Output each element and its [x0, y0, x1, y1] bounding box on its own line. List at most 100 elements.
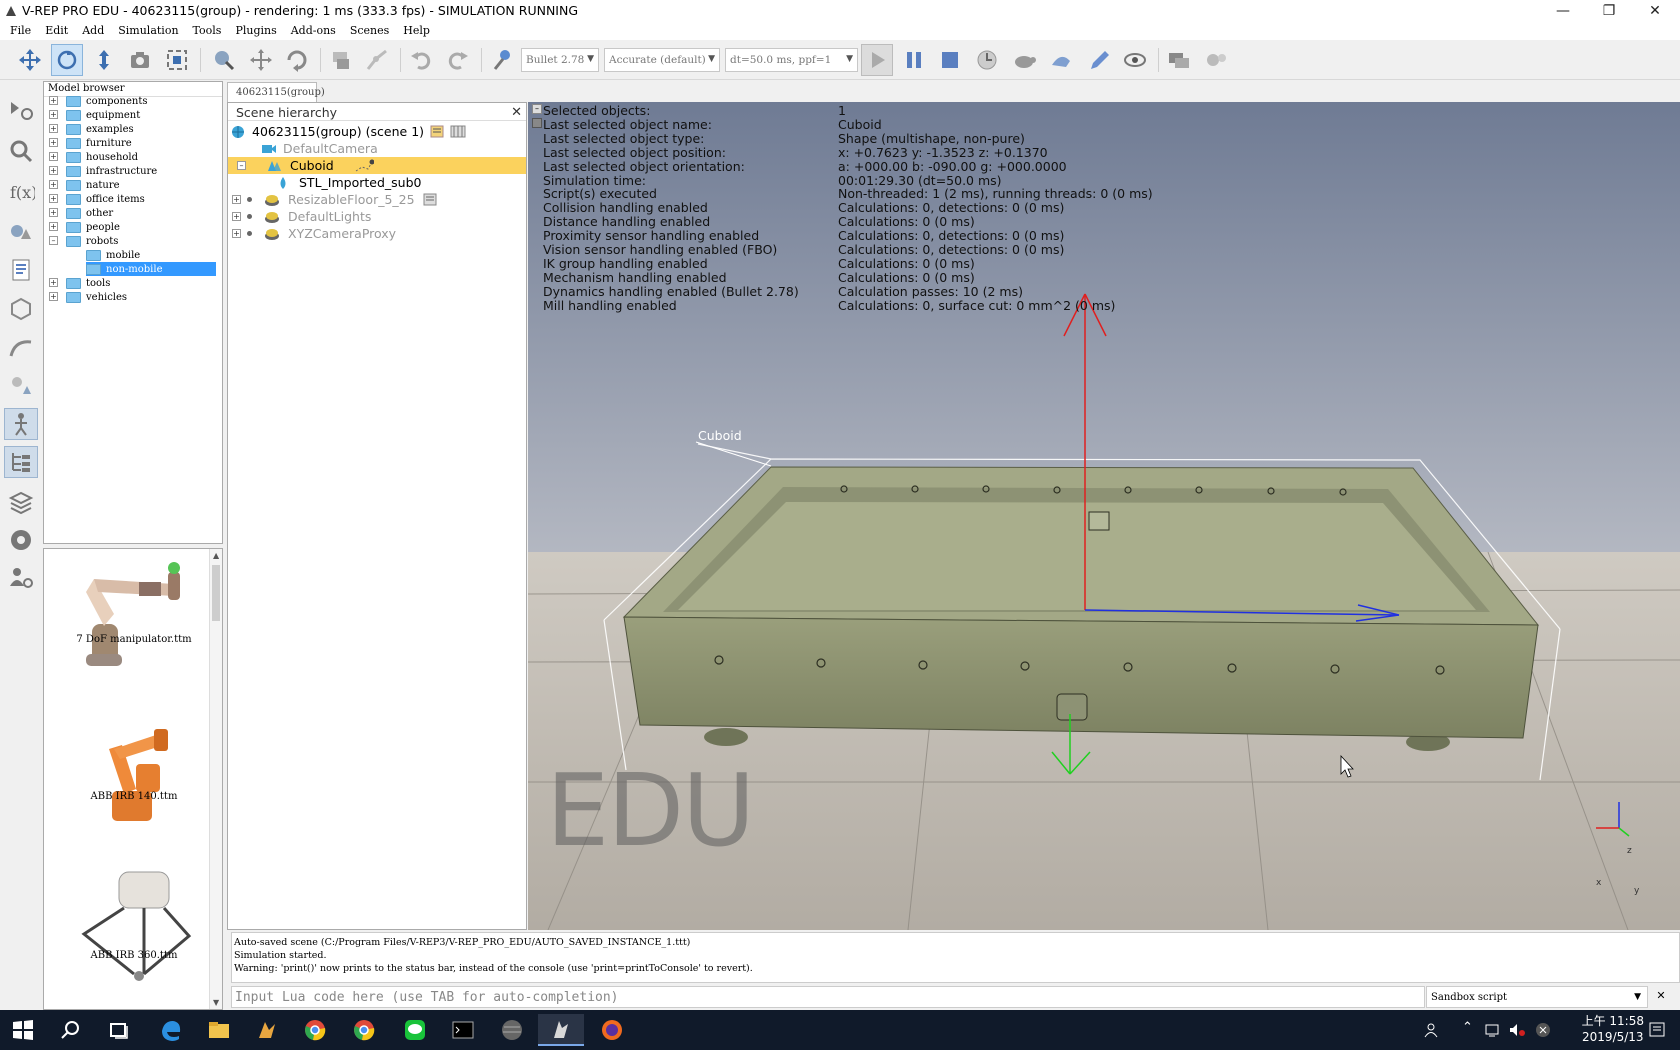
- speed-up-icon[interactable]: [1045, 44, 1077, 76]
- model-thumb-abb360[interactable]: [64, 864, 204, 989]
- model-folder-robots[interactable]: robots: [66, 234, 118, 248]
- menu-file[interactable]: File: [10, 22, 31, 37]
- tray-chevron-icon[interactable]: ⌃: [1462, 1020, 1473, 1035]
- expand-icon[interactable]: +: [49, 124, 58, 133]
- model-folder-infrastructure[interactable]: infrastructure: [66, 164, 157, 178]
- tree-item-floor[interactable]: + ResizableFloor_5_25: [232, 191, 437, 208]
- accuracy-select[interactable]: Accurate (default) ▼: [604, 48, 720, 72]
- undo-icon[interactable]: [405, 44, 437, 76]
- object-move-icon[interactable]: [245, 44, 277, 76]
- visualization-icon[interactable]: [1119, 44, 1151, 76]
- chrome-icon[interactable]: [292, 1014, 338, 1046]
- stop-simulation-button[interactable]: [934, 44, 966, 76]
- layers-icon[interactable]: [4, 486, 38, 518]
- menu-add[interactable]: Add: [82, 22, 104, 37]
- model-folder-equipment[interactable]: equipment: [66, 108, 140, 122]
- fit-to-view-icon[interactable]: [161, 44, 193, 76]
- volume-icon[interactable]: [1508, 1022, 1526, 1038]
- expand-icon[interactable]: +: [49, 110, 58, 119]
- scrollbar-thumb[interactable]: [212, 565, 220, 621]
- model-folder-tools[interactable]: tools: [66, 276, 110, 290]
- scene-root[interactable]: 40623115(group) (scene 1): [231, 123, 466, 140]
- shape-edit-icon[interactable]: [4, 293, 38, 325]
- network-icon[interactable]: [1484, 1022, 1502, 1038]
- start-simulation-button[interactable]: [861, 44, 893, 76]
- camera-shift-icon[interactable]: [88, 44, 120, 76]
- settings-icon[interactable]: [1200, 44, 1232, 76]
- customization-script-icon[interactable]: [450, 125, 466, 138]
- close-icon[interactable]: ✕: [511, 105, 522, 120]
- task-view-icon[interactable]: [96, 1014, 142, 1046]
- expand-icon[interactable]: +: [49, 96, 58, 105]
- lua-command-input[interactable]: Input Lua code here (use TAB for auto-co…: [231, 986, 1425, 1008]
- model-folder-office-items[interactable]: office items: [66, 192, 145, 206]
- system-clock[interactable]: 上午 11:58 2019/5/13: [1582, 1013, 1644, 1045]
- menu-simulation[interactable]: Simulation: [118, 22, 178, 37]
- script-icon[interactable]: [423, 193, 437, 206]
- menu-plugins[interactable]: Plugins: [235, 22, 276, 37]
- expand-icon[interactable]: +: [49, 194, 58, 203]
- dynamic-object-icon[interactable]: [354, 159, 374, 173]
- file-explorer-icon[interactable]: [196, 1014, 242, 1046]
- thumbnails-scrollbar[interactable]: ▲ ▼: [209, 549, 222, 1009]
- expand-icon[interactable]: +: [232, 195, 241, 204]
- calculation-modules-icon[interactable]: f(x): [4, 176, 38, 208]
- notification-icon[interactable]: [1534, 1022, 1552, 1038]
- close-button[interactable]: ✕: [1632, 0, 1678, 22]
- sphere-app-icon[interactable]: [489, 1014, 535, 1046]
- tree-item-cuboid[interactable]: – Cuboid: [228, 157, 526, 174]
- tree-item-stl[interactable]: STL_Imported_sub0: [276, 174, 421, 191]
- minimize-button[interactable]: —: [1540, 0, 1586, 22]
- model-folder-components[interactable]: components: [66, 94, 147, 108]
- vrep-icon[interactable]: [244, 1014, 290, 1046]
- collections-icon[interactable]: [4, 217, 38, 249]
- object-rotate-icon[interactable]: [281, 44, 313, 76]
- expand-icon[interactable]: +: [232, 212, 241, 221]
- scene-selector-icon[interactable]: [1163, 44, 1195, 76]
- script-selector[interactable]: Sandbox script ▼: [1426, 986, 1648, 1008]
- assemble-icon[interactable]: [325, 44, 357, 76]
- timestep-select[interactable]: dt=50.0 ms, ppf=1 ▼: [725, 48, 858, 72]
- action-center-icon[interactable]: [1648, 1020, 1666, 1040]
- close-icon[interactable]: ✕: [1654, 989, 1668, 1003]
- expand-icon[interactable]: +: [49, 166, 58, 175]
- camera-rotate-icon[interactable]: [51, 44, 83, 76]
- expand-icon[interactable]: +: [49, 180, 58, 189]
- scene-hierarchy-toggle-icon[interactable]: [4, 446, 38, 478]
- vrep-active-icon[interactable]: [538, 1014, 584, 1046]
- scroll-down-icon[interactable]: ▼: [213, 998, 219, 1007]
- slow-down-icon[interactable]: [1008, 44, 1040, 76]
- realtime-icon[interactable]: [971, 44, 1003, 76]
- model-folder-vehicles[interactable]: vehicles: [66, 290, 127, 304]
- model-folder-other[interactable]: other: [66, 206, 113, 220]
- video-recorder-icon[interactable]: [4, 524, 38, 556]
- engine-select[interactable]: Bullet 2.78 ▼: [521, 48, 599, 72]
- simulation-settings-icon[interactable]: [4, 94, 38, 126]
- model-folder-furniture[interactable]: furniture: [66, 136, 132, 150]
- collapse-icon[interactable]: –: [237, 161, 246, 170]
- scene-object-properties-icon[interactable]: [4, 135, 38, 167]
- menu-tools[interactable]: Tools: [193, 22, 222, 37]
- scroll-up-icon[interactable]: ▲: [213, 551, 219, 560]
- info-toggle-icon[interactable]: [532, 118, 542, 128]
- model-thumb-abb140[interactable]: [64, 709, 204, 834]
- chrome-icon[interactable]: [341, 1014, 387, 1046]
- model-thumb-7dof[interactable]: [64, 554, 204, 679]
- expand-icon[interactable]: +: [49, 278, 58, 287]
- people-icon[interactable]: [1424, 1022, 1442, 1038]
- collapse-icon[interactable]: –: [49, 236, 58, 245]
- script-icon[interactable]: [430, 125, 444, 138]
- dynamics-engine-icon[interactable]: [486, 44, 518, 76]
- line-app-icon[interactable]: [392, 1014, 438, 1046]
- tree-item-cameraproxy[interactable]: + XYZCameraProxy: [232, 225, 396, 242]
- tree-item-defaultcamera[interactable]: DefaultCamera: [261, 140, 378, 157]
- path-edit-icon[interactable]: [4, 332, 38, 364]
- model-folder-non-mobile[interactable]: non-mobile: [86, 262, 216, 276]
- object-select-icon[interactable]: [208, 44, 240, 76]
- expand-icon[interactable]: +: [49, 138, 58, 147]
- tree-item-lights[interactable]: + DefaultLights: [232, 208, 371, 225]
- camera-view-icon[interactable]: [124, 44, 156, 76]
- menu-edit[interactable]: Edit: [45, 22, 68, 37]
- model-folder-examples[interactable]: examples: [66, 122, 134, 136]
- expand-icon[interactable]: +: [49, 292, 58, 301]
